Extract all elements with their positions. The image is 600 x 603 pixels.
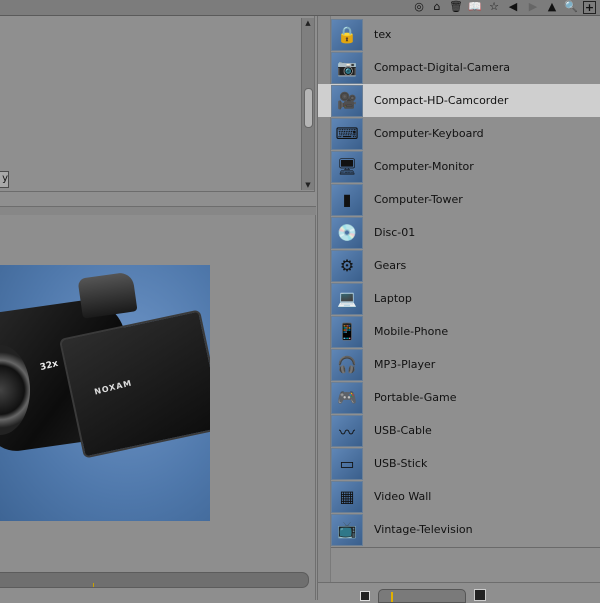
- partial-button[interactable]: y: [0, 171, 9, 188]
- list-item[interactable]: ▦ Video Wall: [331, 480, 600, 513]
- slider-handle[interactable]: [391, 592, 393, 602]
- camera-icon-glyph: 📷: [337, 58, 357, 77]
- list-item[interactable]: ▮ Computer-Tower: [331, 183, 600, 216]
- list-item-label: Vintage-Television: [374, 523, 473, 536]
- mobile-phone-icon: 📱: [331, 315, 363, 348]
- list-item-label: Computer-Monitor: [374, 160, 474, 173]
- television-icon-glyph: 📺: [337, 520, 357, 539]
- scroll-up-icon[interactable]: ▲: [302, 18, 314, 28]
- video-wall-icon: ▦: [331, 480, 363, 513]
- list-item-label: Compact-Digital-Camera: [374, 61, 510, 74]
- video-wall-icon-glyph: ▦: [339, 487, 355, 506]
- list-item[interactable]: 🎥 Compact-HD-Camcorder: [318, 84, 600, 117]
- forward-icon[interactable]: ▶: [526, 0, 540, 14]
- keyboard-icon-glyph: ⌨: [335, 124, 359, 143]
- list-item[interactable]: 🖥 Computer-Monitor: [331, 150, 600, 183]
- list-item[interactable]: 🎮 Portable-Game: [331, 381, 600, 414]
- search-icon[interactable]: 🔍: [564, 0, 578, 14]
- scroll-down-icon[interactable]: ▼: [302, 180, 314, 190]
- list-item-label: Disc-01: [374, 226, 416, 239]
- list-item[interactable]: 📺 Vintage-Television: [331, 513, 600, 546]
- list-item-label: Video Wall: [374, 490, 432, 503]
- add-icon[interactable]: +: [583, 1, 596, 14]
- list-item-label: tex: [374, 28, 392, 41]
- view-toggle-icon[interactable]: ◎: [412, 0, 426, 14]
- laptop-icon: 💻: [331, 282, 363, 315]
- camcorder-icon: 🎥: [331, 84, 363, 117]
- list-item[interactable]: 💻 Laptop: [331, 282, 600, 315]
- up-icon[interactable]: ▲: [545, 0, 559, 14]
- list-item[interactable]: 📷 Compact-Digital-Camera: [331, 51, 600, 84]
- usb-cable-icon: 〰: [331, 414, 363, 447]
- top-toolbar: ◎ ⌂ 🗑 📖 ☆ ◀ ▶ ▲ 🔍 +: [0, 0, 600, 16]
- star-icon[interactable]: ☆: [487, 0, 501, 14]
- large-thumbnail-icon[interactable]: [474, 589, 486, 601]
- list-item-label: USB-Cable: [374, 424, 432, 437]
- list-item[interactable]: ▭ USB-Stick: [331, 447, 600, 480]
- thumbnail-size-slider[interactable]: [378, 589, 466, 603]
- camcorder-top: [77, 271, 138, 319]
- mp3-player-icon: 🎧: [331, 348, 363, 381]
- folder-lock-icon: 🔒: [331, 18, 363, 51]
- list-item[interactable]: 🔒 tex: [331, 18, 600, 51]
- mp3-player-icon-glyph: 🎧: [337, 355, 357, 374]
- disc-icon-glyph: 💿: [337, 223, 357, 242]
- list-item-label: Computer-Keyboard: [374, 127, 484, 140]
- usb-stick-icon-glyph: ▭: [339, 454, 355, 473]
- gears-icon: ⚙: [331, 249, 363, 282]
- list-item-label: Mobile-Phone: [374, 325, 449, 338]
- list-item-label: USB-Stick: [374, 457, 428, 470]
- mobile-phone-icon-glyph: 📱: [337, 322, 357, 341]
- usb-stick-icon: ▭: [331, 447, 363, 480]
- list-item-label: Laptop: [374, 292, 412, 305]
- list-item[interactable]: ⚙ Gears: [331, 249, 600, 282]
- computer-tower-icon-glyph: ▮: [342, 190, 352, 209]
- keyboard-icon: ⌨: [331, 117, 363, 150]
- laptop-icon-glyph: 💻: [337, 289, 357, 308]
- upper-scrollbar[interactable]: ▲ ▼: [301, 18, 314, 190]
- portable-game-icon-glyph: 🎮: [337, 388, 357, 407]
- list-item[interactable]: 📱 Mobile-Phone: [331, 315, 600, 348]
- asset-list-panel: 🔒 tex 📷 Compact-Digital-Camera 🎥 Compact-HD-C…: [317, 16, 600, 603]
- list-item-label: Portable-Game: [374, 391, 457, 404]
- trash-icon[interactable]: 🗑: [449, 0, 463, 14]
- list-item[interactable]: 🎧 MP3-Player: [331, 348, 600, 381]
- list-item[interactable]: ⌨ Computer-Keyboard: [331, 117, 600, 150]
- asset-preview-image: 32x NOXAM: [0, 265, 210, 521]
- monitor-icon-glyph: 🖥: [336, 157, 358, 176]
- folder-lock-icon-glyph: 🔒: [337, 25, 357, 44]
- scroll-marker: [93, 583, 94, 587]
- computer-tower-icon: ▮: [331, 183, 363, 216]
- monitor-icon: 🖥: [331, 150, 363, 183]
- disc-icon: 💿: [331, 216, 363, 249]
- book-icon[interactable]: 📖: [468, 0, 482, 14]
- back-icon[interactable]: ◀: [506, 0, 520, 14]
- usb-cable-icon-glyph: 〰: [338, 422, 355, 442]
- scrollbar-thumb[interactable]: [304, 88, 313, 128]
- camera-icon: 📷: [331, 51, 363, 84]
- list-item-label: MP3-Player: [374, 358, 436, 371]
- portable-game-icon: 🎮: [331, 381, 363, 414]
- list-item[interactable]: 〰 USB-Cable: [331, 414, 600, 447]
- list-item-label: Computer-Tower: [374, 193, 463, 206]
- list-item[interactable]: 💿 Disc-01: [331, 216, 600, 249]
- preview-scrollbar[interactable]: [0, 572, 309, 588]
- asset-list: 🔒 tex 📷 Compact-Digital-Camera 🎥 Compact-HD-C…: [318, 16, 600, 548]
- upper-text-panel: [0, 16, 315, 192]
- list-item-label: Compact-HD-Camcorder: [374, 94, 509, 107]
- gears-icon-glyph: ⚙: [339, 256, 355, 275]
- camcorder-icon-glyph: 🎥: [337, 91, 357, 110]
- list-item-label: Gears: [374, 259, 407, 272]
- television-icon: 📺: [331, 513, 363, 546]
- list-status-strip: [318, 582, 600, 603]
- home-icon[interactable]: ⌂: [430, 0, 444, 14]
